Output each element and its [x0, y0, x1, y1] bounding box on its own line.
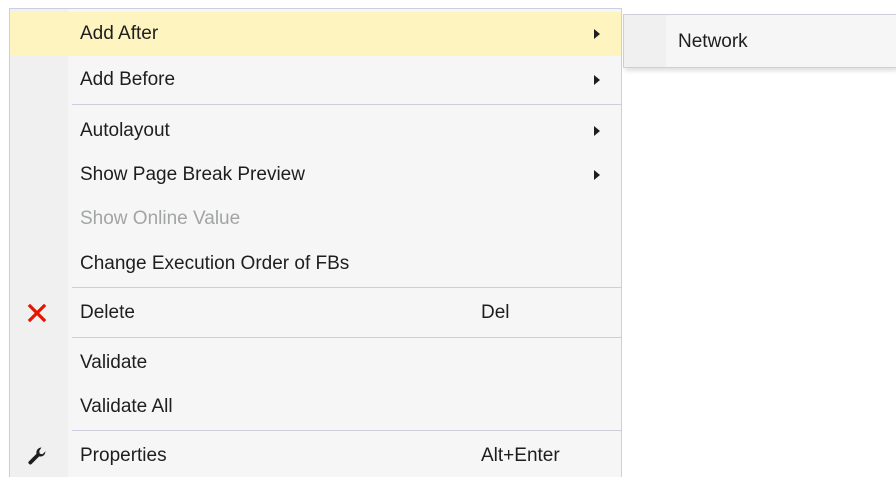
- menu-item-validate-all[interactable]: Validate All: [10, 385, 621, 429]
- menu-item-label: Add After: [80, 23, 159, 44]
- menu-item-label: Autolayout: [80, 120, 170, 141]
- menu-separator: [72, 104, 621, 105]
- menu-item-label: Change Execution Order of FBs: [80, 253, 350, 274]
- context-menu: Add After Add Before Autolayout Show Pag…: [9, 8, 622, 477]
- menu-item-show-page-break-preview[interactable]: Show Page Break Preview: [10, 153, 621, 197]
- menu-item-autolayout[interactable]: Autolayout: [10, 109, 621, 153]
- menu-separator: [72, 337, 621, 338]
- menu-item-label: Show Online Value: [80, 208, 241, 229]
- menu-item-label: Validate All: [80, 396, 173, 417]
- submenu-item-label: Network: [678, 31, 748, 52]
- menu-item-show-online-value: Show Online Value: [10, 197, 621, 241]
- menu-item-label: Delete: [80, 302, 135, 323]
- add-after-submenu: Network: [623, 14, 896, 68]
- screen: Add After Add Before Autolayout Show Pag…: [0, 0, 896, 477]
- menu-item-shortcut: Del: [481, 302, 510, 323]
- submenu-arrow-icon: [594, 126, 600, 136]
- wrench-icon: [28, 447, 46, 465]
- menu-item-shortcut: Alt+Enter: [481, 445, 560, 466]
- menu-item-change-execution-order[interactable]: Change Execution Order of FBs: [10, 242, 621, 286]
- menu-item-label: Add Before: [80, 69, 176, 90]
- submenu-arrow-icon: [594, 75, 600, 85]
- menu-item-label: Validate: [80, 352, 148, 373]
- menu-item-delete[interactable]: Delete Del: [10, 291, 621, 335]
- menu-item-validate[interactable]: Validate: [10, 341, 621, 385]
- submenu-arrow-icon: [594, 170, 600, 180]
- menu-item-label: Show Page Break Preview: [80, 164, 305, 185]
- menu-item-properties[interactable]: Properties Alt+Enter: [10, 434, 621, 477]
- delete-x-icon: [27, 303, 47, 323]
- menu-item-add-after[interactable]: Add After: [10, 12, 621, 56]
- menu-separator: [72, 430, 621, 431]
- submenu-item-network[interactable]: Network: [624, 21, 896, 63]
- menu-item-add-before[interactable]: Add Before: [10, 58, 621, 102]
- submenu-arrow-icon: [594, 29, 600, 39]
- menu-item-label: Properties: [80, 445, 167, 466]
- menu-separator: [72, 287, 621, 288]
